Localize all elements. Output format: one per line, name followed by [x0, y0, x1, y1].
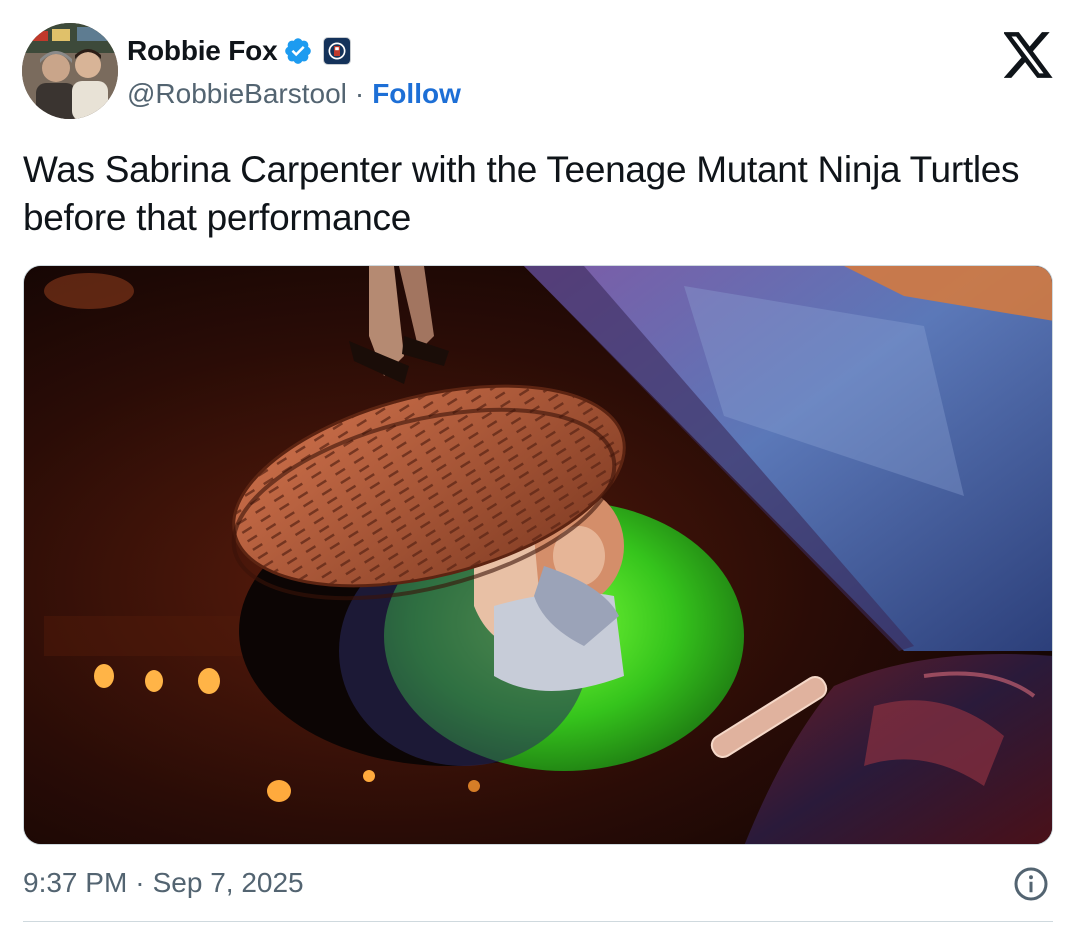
tweet-photo[interactable] — [23, 265, 1053, 845]
barstool-affiliate-badge[interactable] — [323, 37, 352, 65]
tweet-date: Sep 7, 2025 — [152, 867, 304, 898]
tweet-embed: Robbie Fox @RobbieBarstool · Follow Was … — [0, 0, 1076, 926]
info-icon[interactable] — [1013, 866, 1049, 902]
author-handle[interactable]: @RobbieBarstool — [127, 78, 347, 110]
author-display-name[interactable]: Robbie Fox — [127, 35, 278, 67]
verified-badge-icon — [285, 38, 312, 64]
separator-dot: · — [354, 78, 365, 109]
author-handle-row: @RobbieBarstool · Follow — [127, 76, 461, 112]
tweet-text: Was Sabrina Carpenter with the Teenage M… — [23, 149, 1020, 238]
tweet-time: 9:37 PM — [23, 867, 128, 898]
separator-dot: · — [135, 867, 145, 898]
tweet-timestamp[interactable]: 9:37 PM · Sep 7, 2025 — [23, 864, 304, 902]
follow-button[interactable]: Follow — [372, 78, 461, 110]
author-name-row: Robbie Fox — [127, 33, 352, 69]
bottom-divider — [23, 921, 1053, 922]
avatar[interactable] — [22, 23, 118, 119]
x-logo-icon[interactable] — [1004, 32, 1054, 78]
